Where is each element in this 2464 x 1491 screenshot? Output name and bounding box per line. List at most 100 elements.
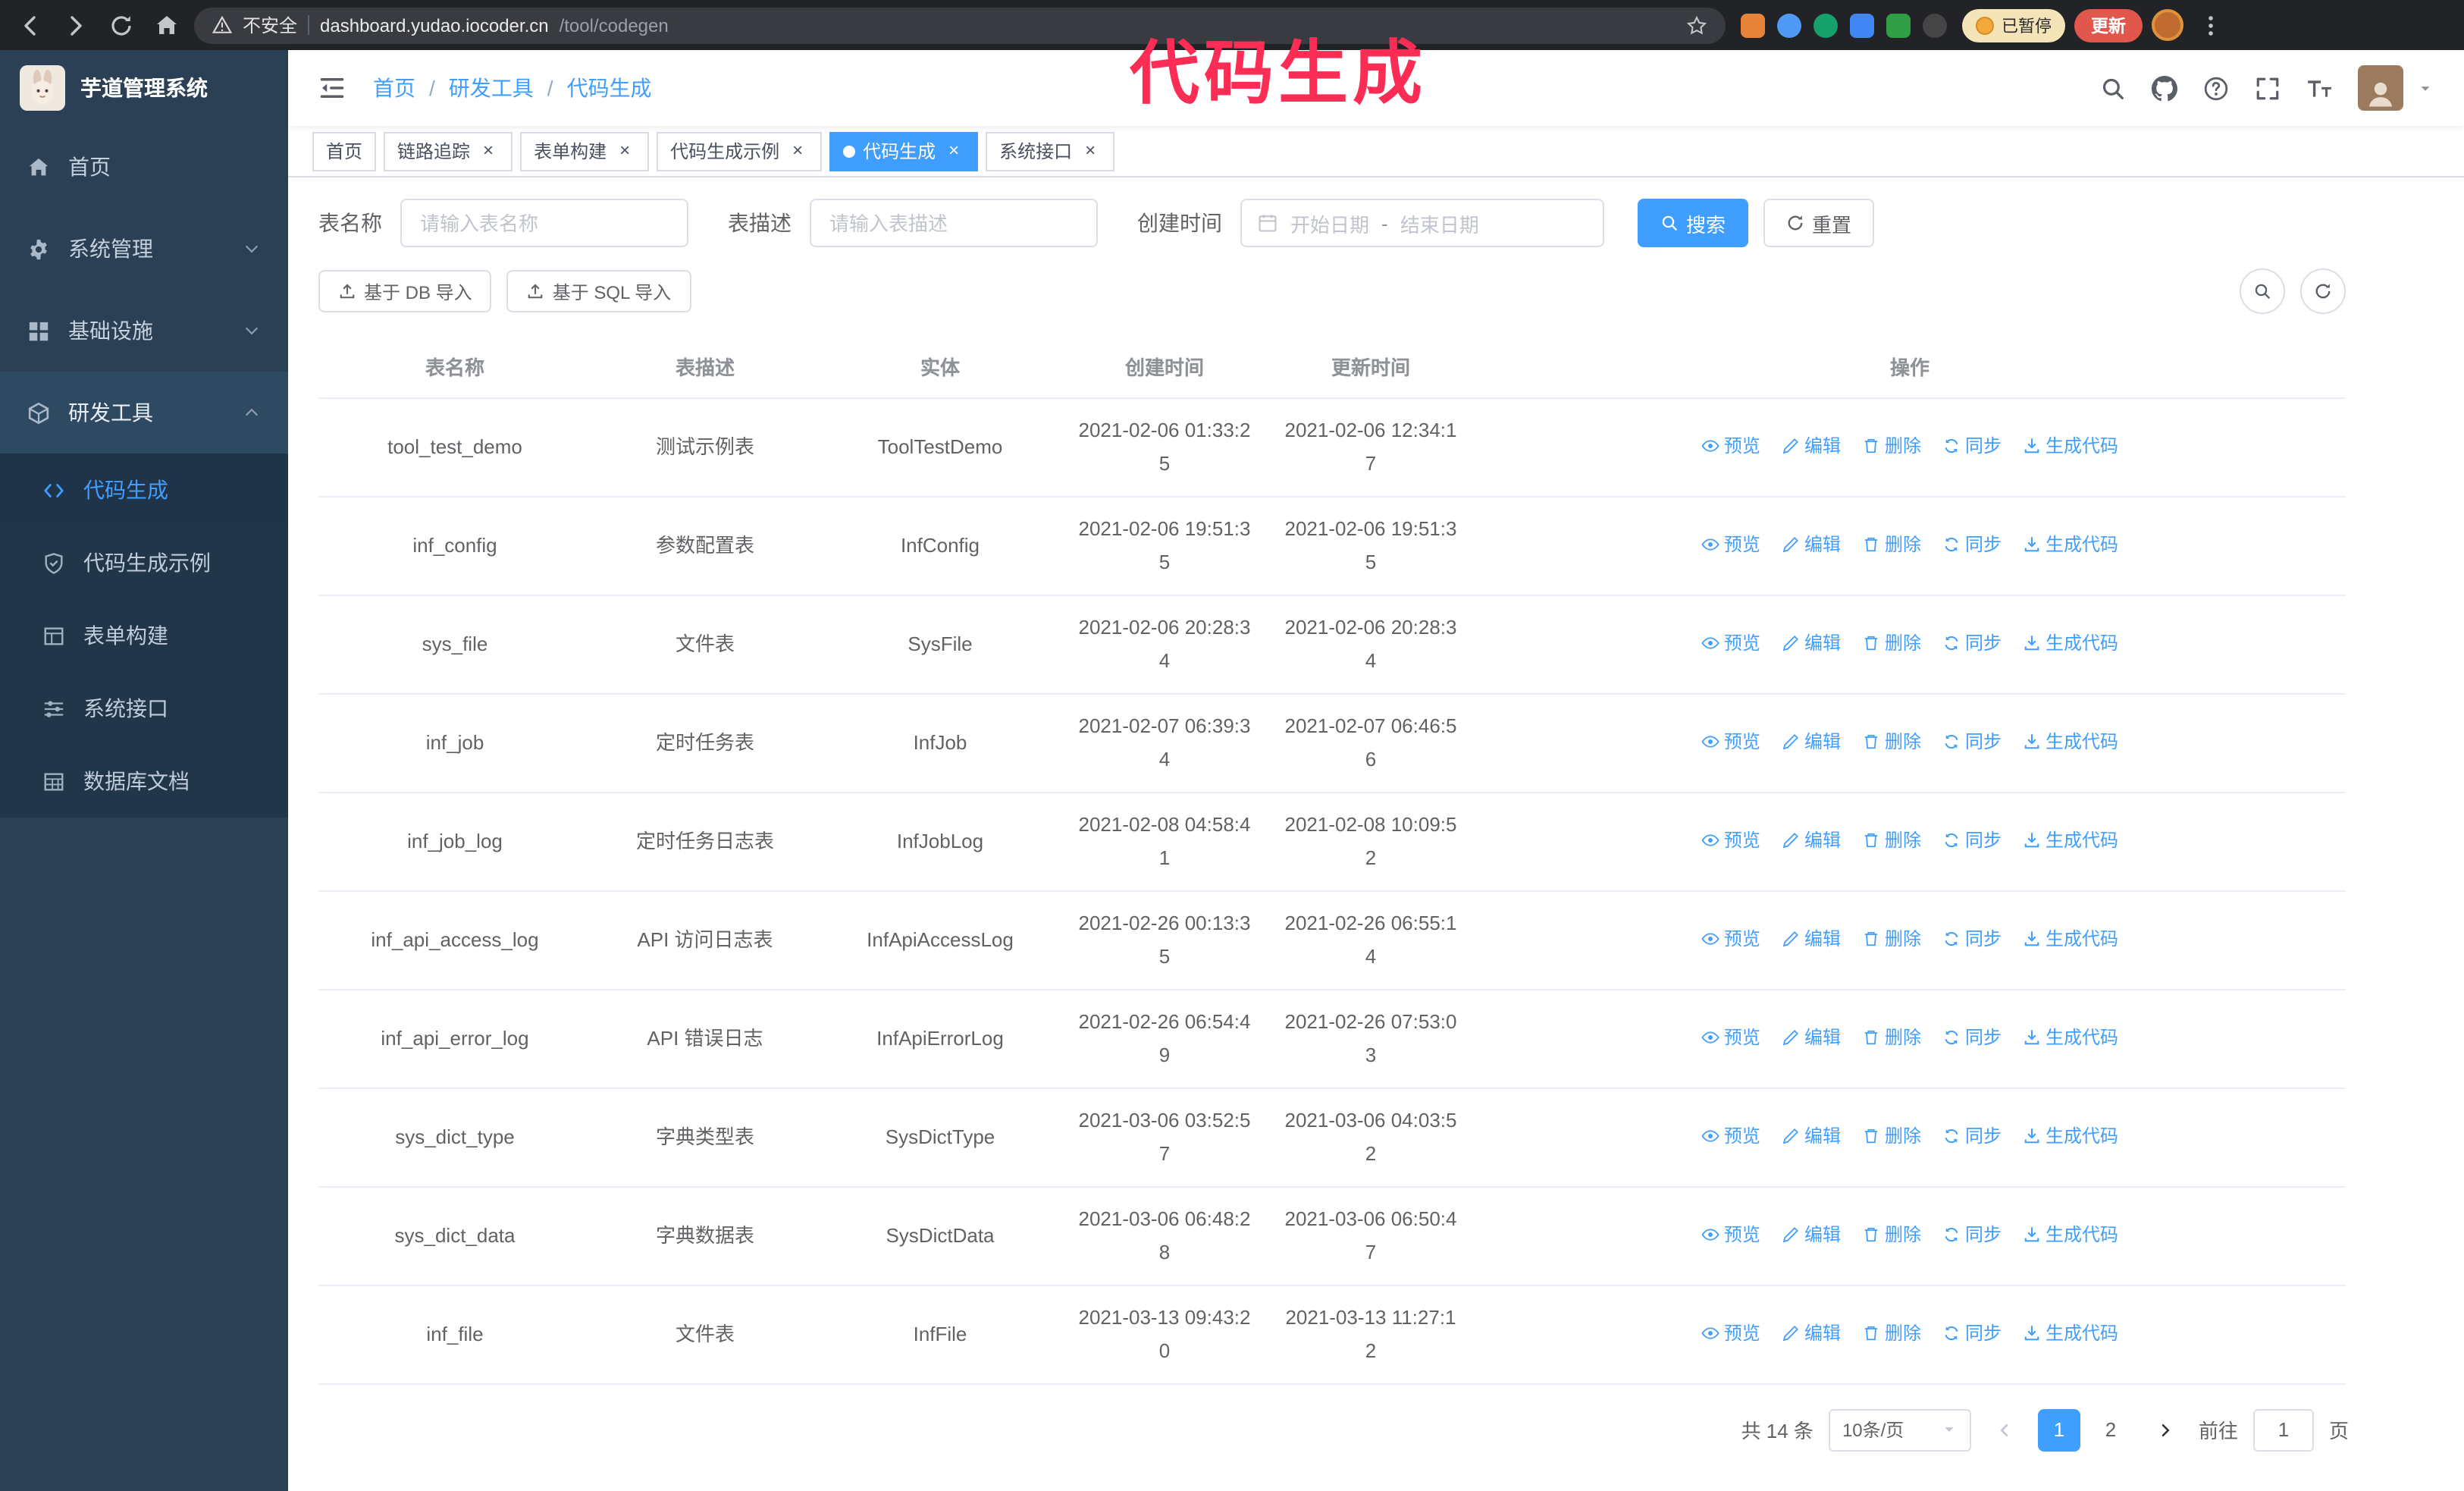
import-db-button[interactable]: 基于 DB 导入 xyxy=(318,270,492,312)
action-sync-link[interactable]: 同步 xyxy=(1942,1217,2002,1251)
action-sync-link[interactable]: 同步 xyxy=(1942,1020,2002,1053)
prev-page-button[interactable] xyxy=(1986,1408,2023,1451)
action-download-link[interactable]: 生成代码 xyxy=(2023,724,2118,758)
action-sync-link[interactable]: 同步 xyxy=(1942,1119,2002,1152)
sidebar-subitem-4[interactable]: 数据库文档 xyxy=(0,745,288,818)
action-trash-link[interactable]: 删除 xyxy=(1862,527,1921,560)
action-eye-link[interactable]: 预览 xyxy=(1701,1316,1760,1349)
sidebar-item-2[interactable]: 基础设施 xyxy=(0,290,288,372)
action-download-link[interactable]: 生成代码 xyxy=(2023,823,2118,856)
action-trash-link[interactable]: 删除 xyxy=(1862,1119,1921,1152)
breadcrumb-item-1[interactable]: 研发工具 xyxy=(449,73,534,103)
page-button-1[interactable]: 1 xyxy=(2037,1408,2080,1451)
action-edit-link[interactable]: 编辑 xyxy=(1782,823,1841,856)
action-edit-link[interactable]: 编辑 xyxy=(1782,724,1841,758)
header-search-icon[interactable] xyxy=(2100,75,2126,101)
action-download-link[interactable]: 生成代码 xyxy=(2023,1316,2118,1349)
action-sync-link[interactable]: 同步 xyxy=(1942,823,2002,856)
page-size-select[interactable]: 10条/页 xyxy=(1828,1408,1971,1451)
tab-4[interactable]: 代码生成 × xyxy=(829,131,979,171)
reset-button[interactable]: 重置 xyxy=(1763,199,1875,247)
action-edit-link[interactable]: 编辑 xyxy=(1782,1020,1841,1053)
action-eye-link[interactable]: 预览 xyxy=(1701,823,1760,856)
action-eye-link[interactable]: 预览 xyxy=(1701,527,1760,560)
fullscreen-icon[interactable] xyxy=(2255,75,2281,101)
action-download-link[interactable]: 生成代码 xyxy=(2023,428,2118,462)
action-download-link[interactable]: 生成代码 xyxy=(2023,1217,2118,1251)
browser-forward-icon[interactable] xyxy=(58,7,94,43)
action-edit-link[interactable]: 编辑 xyxy=(1782,527,1841,560)
extension-icon[interactable] xyxy=(1886,13,1911,37)
sidebar-toggle-icon[interactable] xyxy=(318,74,346,102)
tab-close-icon[interactable]: × xyxy=(943,140,964,162)
action-eye-link[interactable]: 预览 xyxy=(1701,724,1760,758)
action-eye-link[interactable]: 预览 xyxy=(1701,1119,1760,1152)
browser-update-button[interactable]: 更新 xyxy=(2074,8,2143,42)
action-download-link[interactable]: 生成代码 xyxy=(2023,527,2118,560)
extension-icon[interactable] xyxy=(1741,13,1765,37)
sidebar-subitem-1[interactable]: 代码生成示例 xyxy=(0,526,288,599)
refresh-table-button[interactable] xyxy=(2300,268,2346,314)
action-download-link[interactable]: 生成代码 xyxy=(2023,921,2118,955)
extension-icon[interactable] xyxy=(1777,13,1801,37)
action-sync-link[interactable]: 同步 xyxy=(1942,724,2002,758)
tab-1[interactable]: 链路追踪 × xyxy=(384,131,513,171)
action-trash-link[interactable]: 删除 xyxy=(1862,724,1921,758)
action-edit-link[interactable]: 编辑 xyxy=(1782,626,1841,659)
page-button-2[interactable]: 2 xyxy=(2089,1408,2132,1451)
search-button[interactable]: 搜索 xyxy=(1638,199,1749,247)
sidebar-item-1[interactable]: 系统管理 xyxy=(0,208,288,290)
github-icon[interactable] xyxy=(2152,75,2177,101)
action-eye-link[interactable]: 预览 xyxy=(1701,428,1760,462)
help-icon[interactable] xyxy=(2203,75,2229,101)
bookmark-star-icon[interactable] xyxy=(1686,14,1707,36)
date-end-placeholder[interactable]: 结束日期 xyxy=(1400,209,1479,237)
browser-menu-icon[interactable] xyxy=(2193,7,2229,43)
sidebar-subitem-2[interactable]: 表单构建 xyxy=(0,599,288,672)
action-trash-link[interactable]: 删除 xyxy=(1862,823,1921,856)
action-trash-link[interactable]: 删除 xyxy=(1862,1020,1921,1053)
sidebar-subitem-0[interactable]: 代码生成 xyxy=(0,454,288,526)
user-avatar[interactable] xyxy=(2358,65,2403,111)
date-range-picker[interactable]: 开始日期 - 结束日期 xyxy=(1240,199,1604,247)
sidebar-item-0[interactable]: 首页 xyxy=(0,126,288,208)
action-edit-link[interactable]: 编辑 xyxy=(1782,1217,1841,1251)
browser-profile-avatar[interactable] xyxy=(2152,9,2183,41)
tab-5[interactable]: 系统接口 × xyxy=(986,131,1115,171)
action-trash-link[interactable]: 删除 xyxy=(1862,626,1921,659)
action-sync-link[interactable]: 同步 xyxy=(1942,921,2002,955)
paused-badge[interactable]: 已暂停 xyxy=(1962,8,2065,42)
address-bar[interactable]: 不安全 dashboard.yudao.iocoder.cn/tool/code… xyxy=(194,7,1726,43)
action-sync-link[interactable]: 同步 xyxy=(1942,1316,2002,1349)
sidebar-subitem-3[interactable]: 系统接口 xyxy=(0,672,288,745)
font-size-icon[interactable] xyxy=(2306,75,2332,101)
action-edit-link[interactable]: 编辑 xyxy=(1782,1316,1841,1349)
next-page-button[interactable] xyxy=(2147,1408,2183,1451)
extension-icon[interactable] xyxy=(1814,13,1838,37)
browser-reload-icon[interactable] xyxy=(103,7,140,43)
tab-2[interactable]: 表单构建 × xyxy=(520,131,650,171)
action-download-link[interactable]: 生成代码 xyxy=(2023,1119,2118,1152)
action-sync-link[interactable]: 同步 xyxy=(1942,527,2002,560)
action-trash-link[interactable]: 删除 xyxy=(1862,1316,1921,1349)
app-logo[interactable]: 芋道管理系统 xyxy=(0,50,288,126)
action-sync-link[interactable]: 同步 xyxy=(1942,626,2002,659)
action-trash-link[interactable]: 删除 xyxy=(1862,1217,1921,1251)
action-edit-link[interactable]: 编辑 xyxy=(1782,428,1841,462)
action-trash-link[interactable]: 删除 xyxy=(1862,921,1921,955)
tab-close-icon[interactable]: × xyxy=(614,140,635,162)
toggle-search-button[interactable] xyxy=(2240,268,2285,314)
date-start-placeholder[interactable]: 开始日期 xyxy=(1290,209,1369,237)
security-warning-icon[interactable] xyxy=(212,15,232,35)
action-eye-link[interactable]: 预览 xyxy=(1701,1020,1760,1053)
action-eye-link[interactable]: 预览 xyxy=(1701,1217,1760,1251)
extension-icon[interactable] xyxy=(1923,13,1947,37)
action-download-link[interactable]: 生成代码 xyxy=(2023,1020,2118,1053)
import-sql-button[interactable]: 基于 SQL 导入 xyxy=(506,270,691,312)
breadcrumb-item-0[interactable]: 首页 xyxy=(373,73,415,103)
action-download-link[interactable]: 生成代码 xyxy=(2023,626,2118,659)
action-sync-link[interactable]: 同步 xyxy=(1942,428,2002,462)
goto-page-input[interactable] xyxy=(2252,1408,2314,1451)
extension-icon[interactable] xyxy=(1850,13,1874,37)
action-eye-link[interactable]: 预览 xyxy=(1701,626,1760,659)
